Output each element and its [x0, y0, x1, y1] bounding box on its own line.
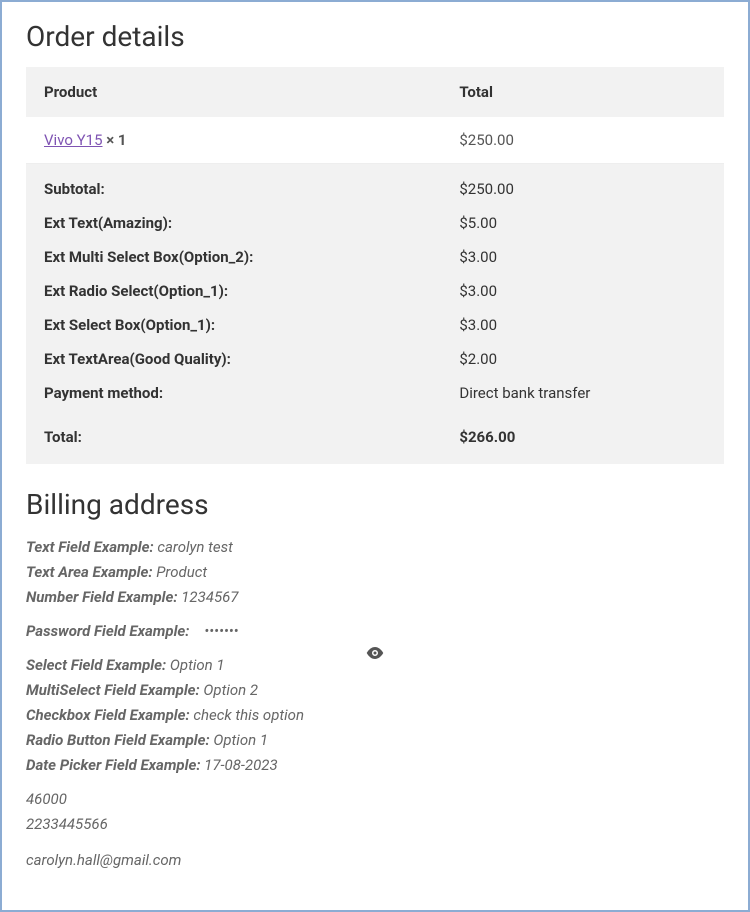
- column-total: Total: [441, 67, 724, 117]
- billing-field-value: Option 1: [210, 731, 268, 749]
- total-value: $266.00: [441, 410, 724, 464]
- summary-value: Direct bank transfer: [441, 376, 724, 410]
- order-summary-row: Ext Multi Select Box(Option_2):$3.00: [26, 240, 724, 274]
- billing-field: Number Field Example: 1234567: [26, 585, 724, 609]
- billing-field-value: 17-08-2023: [201, 756, 278, 774]
- order-summary-row: Payment method:Direct bank transfer: [26, 376, 724, 410]
- table-row: Vivo Y15 × 1 $250.00: [26, 117, 724, 164]
- order-details-title: Order details: [26, 20, 724, 53]
- billing-field-label: Radio Button Field Example:: [26, 731, 210, 749]
- billing-field-label: Text Area Example:: [26, 563, 153, 581]
- order-details-table: Product Total Vivo Y15 × 1 $250.00 Subto…: [26, 67, 724, 464]
- summary-value: $3.00: [441, 308, 724, 342]
- billing-field-value: carolyn test: [154, 538, 233, 556]
- billing-field: Checkbox Field Example: check this optio…: [26, 703, 724, 727]
- summary-label: Ext TextArea(Good Quality):: [26, 342, 441, 376]
- product-total: $250.00: [441, 117, 724, 164]
- billing-field-value: Product: [153, 563, 208, 581]
- billing-field: Radio Button Field Example: Option 1: [26, 728, 724, 752]
- summary-label: Payment method:: [26, 376, 441, 410]
- billing-field-value: check this option: [190, 706, 304, 724]
- summary-value: $3.00: [441, 274, 724, 308]
- password-label: Password Field Example:: [26, 622, 189, 640]
- summary-label: Subtotal:: [26, 164, 441, 207]
- summary-value: $250.00: [441, 164, 724, 207]
- email-address: carolyn.hall@gmail.com: [26, 848, 724, 872]
- billing-field: Date Picker Field Example: 17-08-2023: [26, 753, 724, 777]
- column-product: Product: [26, 67, 441, 117]
- billing-field: MultiSelect Field Example: Option 2: [26, 678, 724, 702]
- billing-address-block: Text Field Example: carolyn testText Are…: [26, 535, 724, 872]
- summary-value: $3.00: [441, 240, 724, 274]
- postal-code: 46000: [26, 787, 724, 811]
- summary-label: Ext Multi Select Box(Option_2):: [26, 240, 441, 274]
- product-qty: × 1: [106, 131, 126, 149]
- order-summary-row: Subtotal:$250.00: [26, 164, 724, 207]
- order-summary-row: Ext Radio Select(Option_1):$3.00: [26, 274, 724, 308]
- billing-field: Text Field Example: carolyn test: [26, 535, 724, 559]
- order-total-row: Total:$266.00: [26, 410, 724, 464]
- product-link[interactable]: Vivo Y15: [44, 131, 103, 149]
- summary-value: $2.00: [441, 342, 724, 376]
- order-summary-row: Ext Select Box(Option_1):$3.00: [26, 308, 724, 342]
- total-label: Total:: [26, 410, 441, 464]
- phone-number: 2233445566: [26, 812, 724, 836]
- billing-field-label: MultiSelect Field Example:: [26, 681, 200, 699]
- summary-label: Ext Select Box(Option_1):: [26, 308, 441, 342]
- summary-value: $5.00: [441, 206, 724, 240]
- billing-field-value: Option 2: [200, 681, 258, 699]
- billing-field-label: Select Field Example:: [26, 656, 166, 674]
- eye-icon[interactable]: [366, 643, 384, 667]
- billing-field-value: 1234567: [178, 588, 239, 606]
- password-value: •••••••: [204, 622, 238, 640]
- summary-label: Ext Radio Select(Option_1):: [26, 274, 441, 308]
- billing-field-value: Option 1: [166, 656, 224, 674]
- order-summary-row: Ext TextArea(Good Quality):$2.00: [26, 342, 724, 376]
- billing-address-title: Billing address: [26, 488, 724, 521]
- billing-field-label: Date Picker Field Example:: [26, 756, 201, 774]
- billing-field-label: Number Field Example:: [26, 588, 178, 606]
- order-summary-row: Ext Text(Amazing):$5.00: [26, 206, 724, 240]
- summary-label: Ext Text(Amazing):: [26, 206, 441, 240]
- billing-field-label: Text Field Example:: [26, 538, 154, 556]
- billing-field-label: Checkbox Field Example:: [26, 706, 190, 724]
- billing-field: Text Area Example: Product: [26, 560, 724, 584]
